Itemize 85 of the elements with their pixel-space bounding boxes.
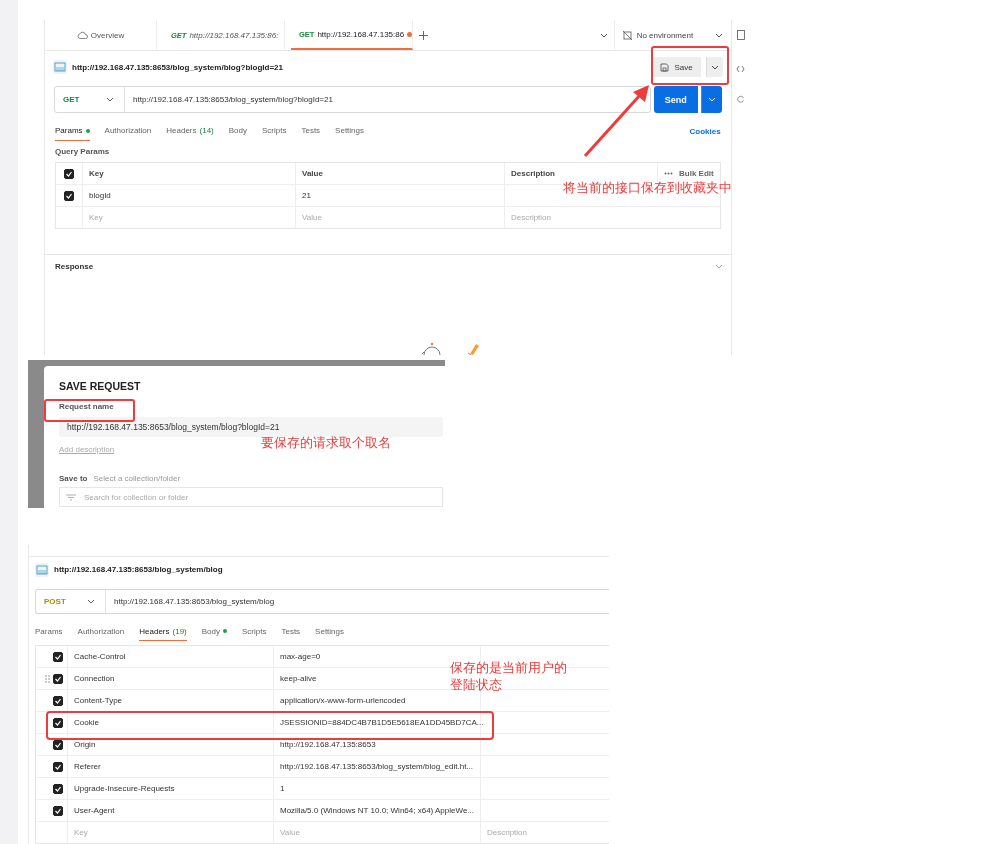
request-section-tab[interactable]: Scripts xyxy=(242,622,267,641)
request-section-tab[interactable]: Scripts xyxy=(262,121,287,141)
url-input[interactable]: http://192.168.47.135:8653/blog_system/blog xyxy=(106,597,275,607)
request-section-tab[interactable]: Authorization xyxy=(104,121,152,141)
chevron-down-icon xyxy=(710,64,719,70)
dialog-title: SAVE REQUEST xyxy=(59,380,142,392)
request-name-field[interactable]: http://192.168.47.135:8653/blog_system/blog?blogId=21 xyxy=(59,417,443,437)
column-header: Description xyxy=(511,169,555,178)
table-cell: User-Agent xyxy=(74,806,115,815)
annotation-note: 保存的是当前用户的登陆状态 xyxy=(450,660,568,694)
no-environment-icon xyxy=(622,30,632,40)
document-icon[interactable] xyxy=(736,30,745,40)
request-section-tab[interactable]: Headers (14) xyxy=(166,121,214,141)
annotation-note: 将当前的接口保存到收藏夹中 xyxy=(563,179,732,197)
chevron-down-icon[interactable] xyxy=(599,32,608,38)
filter-icon xyxy=(66,493,76,501)
save-location-hint: Select a collection/folder xyxy=(93,474,181,483)
send-options-button[interactable] xyxy=(700,86,722,113)
environment-selector[interactable]: No environment xyxy=(613,20,723,50)
bulk-edit-button[interactable]: Bulk Edit xyxy=(679,169,714,178)
table-cell: Upgrade-Insecure-Requests xyxy=(74,784,175,793)
checkbox[interactable] xyxy=(53,673,63,684)
checkbox[interactable] xyxy=(53,783,63,794)
field-label: Save to xyxy=(59,474,88,483)
request-section-tab[interactable]: Params xyxy=(35,622,63,641)
table-cell: http://192.168.47.135:8653 xyxy=(280,740,376,749)
table-cell: blogId xyxy=(89,191,111,200)
drag-handle-icon[interactable] xyxy=(45,674,50,683)
http-icon xyxy=(53,60,67,74)
checkbox[interactable] xyxy=(53,717,63,728)
table-cell: Referer xyxy=(74,762,101,771)
request-section-tab[interactable]: Settings xyxy=(315,622,344,641)
chevron-down-icon xyxy=(714,32,723,38)
request-section-tab[interactable]: Body xyxy=(228,121,247,141)
request-section-tab[interactable]: Headers (19) xyxy=(139,622,187,641)
overview-tab[interactable]: Overview xyxy=(45,20,157,50)
table-cell: JSESSIONID=884DC4B7B1D5E5618EA1DD45BD7CA... xyxy=(280,718,484,727)
http-icon xyxy=(35,562,49,577)
checkbox[interactable] xyxy=(53,761,63,772)
table-cell: 21 xyxy=(302,191,311,200)
request-title: http://192.168.47.135:8653/blog_system/blog?blogId=21 xyxy=(72,62,283,72)
send-button[interactable]: Send xyxy=(653,86,698,113)
checkbox[interactable] xyxy=(64,168,74,179)
chevron-down-icon xyxy=(707,97,716,102)
method-dropdown[interactable]: POST xyxy=(36,590,106,613)
checkbox[interactable] xyxy=(53,695,63,706)
column-header: Value xyxy=(302,169,323,178)
annotation-note: 要保存的请求取个取名 xyxy=(261,434,391,452)
checkbox[interactable] xyxy=(64,190,74,201)
table-cell: Origin xyxy=(74,740,96,749)
request-section-tab[interactable]: Settings xyxy=(335,121,364,141)
method-dropdown[interactable]: GET xyxy=(55,87,125,112)
table-cell: Cache-Control xyxy=(74,652,126,661)
request-section-tab[interactable]: Tests xyxy=(301,121,321,141)
table-cell: Connection xyxy=(74,674,115,683)
table-cell: application/x-www-form-urlencoded xyxy=(280,696,406,705)
table-cell: Content-Type xyxy=(74,696,123,705)
table-cell: Cookie xyxy=(74,718,99,727)
table-cell: 1 xyxy=(280,784,285,793)
request-section-tab[interactable]: Params xyxy=(55,121,90,141)
request-section-tab[interactable]: Body xyxy=(201,622,227,641)
plus-icon[interactable] xyxy=(419,30,428,40)
table-cell: http://192.168.47.135:8653/blog_system/blog_edit.ht... xyxy=(280,762,474,771)
cloud-icon xyxy=(76,31,88,39)
cookies-link[interactable]: Cookies xyxy=(689,126,721,136)
chevron-down-icon xyxy=(106,97,114,102)
save-button[interactable]: Save xyxy=(652,57,701,77)
chevron-down-icon xyxy=(87,599,95,605)
checkbox[interactable] xyxy=(53,739,63,750)
section-title: Query Params xyxy=(54,146,111,158)
column-header: Key xyxy=(89,169,104,178)
code-icon[interactable] xyxy=(736,65,746,73)
table-cell: max-age=0 xyxy=(280,652,321,661)
table-cell: Mozilla/5.0 (Windows NT 10.0; Win64; x64) AppleWe... xyxy=(280,806,474,815)
more-icon[interactable] xyxy=(664,172,673,175)
request-title: http://192.168.47.135:8653/blog_system/blog xyxy=(54,565,223,575)
table-cell: keep-alive xyxy=(280,674,317,683)
field-label: Request name xyxy=(59,402,115,411)
checkbox[interactable] xyxy=(53,651,63,662)
arrow xyxy=(583,85,649,157)
request-section-tab[interactable]: Tests xyxy=(281,622,301,641)
url-input[interactable]: http://192.168.47.135:8653/blog_system/blog?blogId=21 xyxy=(125,95,333,104)
response-title: Response xyxy=(55,262,94,271)
checkbox[interactable] xyxy=(53,805,63,816)
request-section-tab[interactable]: Authorization xyxy=(77,622,125,641)
